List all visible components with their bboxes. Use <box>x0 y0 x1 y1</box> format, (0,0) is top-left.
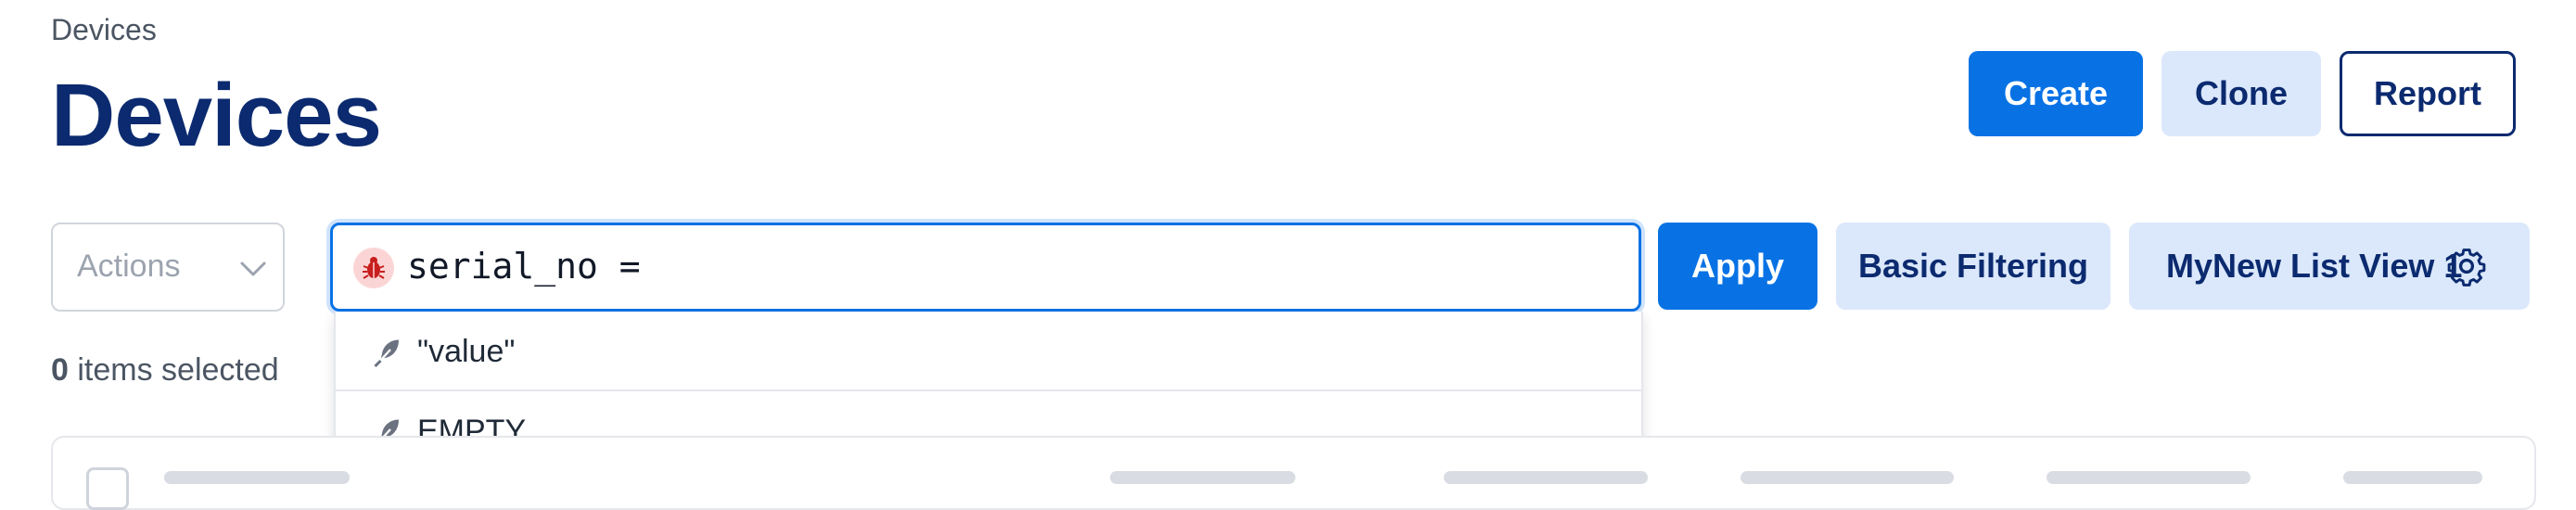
gear-icon[interactable] <box>2446 246 2487 287</box>
suggestion-label: "value" <box>417 334 516 369</box>
column-header-placeholder <box>1444 471 1648 484</box>
items-selected: 0 items selected <box>51 352 279 389</box>
column-header-placeholder <box>1741 471 1954 484</box>
selected-count: 0 <box>51 352 69 388</box>
feather-icon <box>374 339 399 368</box>
list-view-label: MyNew List View 1 <box>2166 247 2463 285</box>
chevron-down-icon <box>240 261 266 276</box>
actions-select[interactable]: Actions <box>51 223 285 312</box>
clone-button[interactable]: Clone <box>2162 51 2321 136</box>
query-input[interactable]: serial_no = <box>330 223 1641 312</box>
create-button[interactable]: Create <box>1969 51 2143 136</box>
bug-icon <box>353 248 394 288</box>
column-header-placeholder <box>1110 471 1295 484</box>
column-header-placeholder <box>2047 471 2251 484</box>
suggestion-value[interactable]: "value" <box>336 313 1641 391</box>
basic-filtering-button[interactable]: Basic Filtering <box>1836 223 2111 310</box>
actions-placeholder: Actions <box>77 249 181 284</box>
page-title: Devices <box>51 66 382 165</box>
column-header-placeholder <box>2343 471 2482 484</box>
selected-label: items selected <box>68 352 279 388</box>
report-button[interactable]: Report <box>2340 51 2516 136</box>
select-all-checkbox[interactable] <box>86 467 129 510</box>
query-text: serial_no = <box>407 246 641 287</box>
breadcrumb[interactable]: Devices <box>51 13 157 47</box>
apply-button[interactable]: Apply <box>1658 223 1817 310</box>
table-header <box>51 436 2536 510</box>
column-header-placeholder <box>164 471 350 484</box>
